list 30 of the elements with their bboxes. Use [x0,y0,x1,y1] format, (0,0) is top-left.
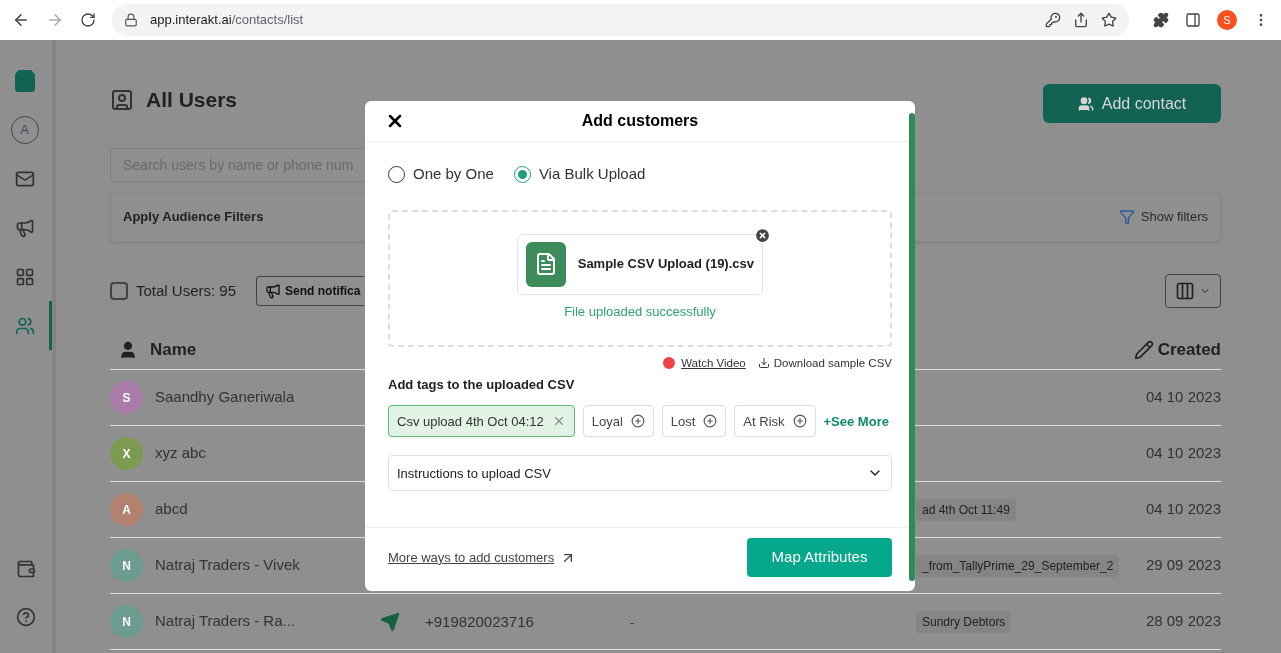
tag-chip: ad 4th Oct 11:49 [916,498,1016,521]
column-header: Created [1157,338,1221,361]
table-cell-text: xyz abc [155,443,206,464]
user-avatar: X [110,437,143,470]
user-avatar: N [110,605,143,638]
page-title: All Users [146,87,238,113]
table-cell-text: Saandhy Ganeriwala [155,387,295,408]
table-cell-text: Natraj Traders - Vivek [155,555,300,576]
tag-chip: _from_TallyPrime_29_September_2 [916,554,1120,577]
table-cell-text: 04 10 2023 [1145,499,1221,520]
user-avatar: N [110,549,143,582]
user-avatar: A [110,493,143,526]
filters-label: Apply Audience Filters [123,208,264,227]
table-cell-text: 29 09 2023 [1145,555,1221,576]
tag-chip: Sundry Debtors [916,610,1012,633]
url-text: app.interakt.ai/contacts/list [150,11,305,30]
user-avatar: S [110,381,143,414]
table-cell-text: 28 09 2023 [1145,611,1221,632]
dialog-title: Add customers [581,111,699,131]
file-name: Sample CSV Upload (19).csv [577,255,754,274]
table-cell: - [630,614,635,630]
table-cell-text: abcd [155,499,188,520]
table-cell-text: 04 10 2023 [1145,387,1221,408]
column-header: Name [150,338,197,361]
table-cell-text: 04 10 2023 [1145,443,1221,464]
upload-status: File uploaded successfully [564,302,716,321]
table-cell: +919820023716 [425,612,534,630]
tags-label: Add tags to the uploaded CSV [387,375,576,394]
total-users-count: Total Users: 95 [136,280,237,301]
table-cell-text: Natraj Traders - Ra... [155,611,296,632]
